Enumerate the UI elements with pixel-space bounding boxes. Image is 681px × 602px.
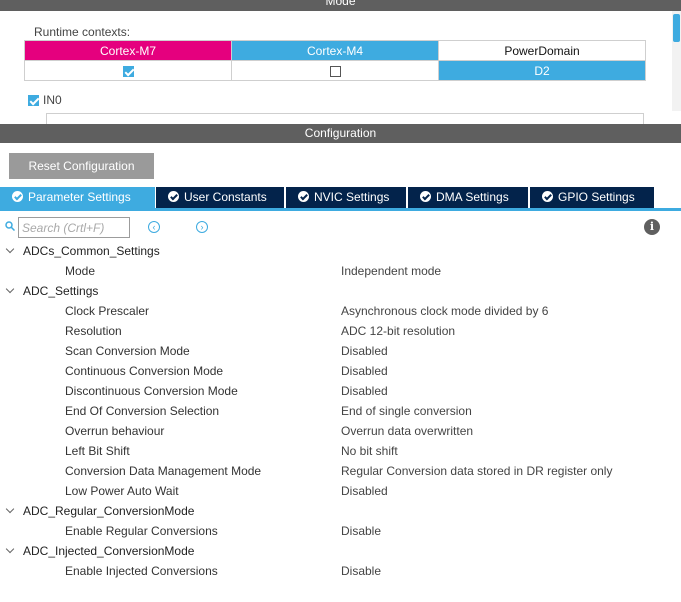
group-name: ADC_Regular_ConversionMode	[23, 504, 195, 518]
tab-label: DMA Settings	[436, 190, 509, 204]
cortex-m7-checkbox[interactable]	[122, 65, 134, 77]
tree-param-row[interactable]: Scan Conversion Mode Disabled	[0, 341, 681, 361]
in0-checkbox[interactable]	[28, 94, 39, 106]
check-circle-icon	[420, 191, 431, 202]
tree-group[interactable]: ADC_Regular_ConversionMode	[0, 501, 681, 521]
cortex-m4-header: Cortex-M4	[231, 40, 439, 61]
param-value[interactable]: Disable	[341, 521, 381, 541]
param-name: End Of Conversion Selection	[65, 404, 220, 418]
search-input[interactable]	[18, 217, 130, 238]
tree-param-row[interactable]: Clock Prescaler Asynchronous clock mode d…	[0, 301, 681, 321]
parameter-tree: ADCs_Common_Settings Mode Independent mod…	[0, 241, 681, 581]
power-domain-value[interactable]: D2	[438, 60, 646, 81]
param-name: Scan Conversion Mode	[65, 344, 190, 358]
cortex-m4-checkbox[interactable]	[329, 65, 341, 77]
param-value[interactable]: Independent mode	[341, 261, 441, 281]
tree-param-row[interactable]: Resolution ADC 12-bit resolution	[0, 321, 681, 341]
chevron-down-icon[interactable]	[5, 284, 15, 294]
tree-param-row[interactable]: Left Bit Shift No bit shift	[0, 441, 681, 461]
in0-label: IN0	[43, 93, 62, 107]
tab-label: User Constants	[184, 190, 267, 204]
param-value[interactable]: Asynchronous clock mode divided by 6	[341, 301, 548, 321]
param-name: Enable Regular Conversions	[65, 524, 218, 538]
mode-scrollbar[interactable]	[672, 11, 681, 111]
tree-group[interactable]: ADCs_Common_Settings	[0, 241, 681, 261]
param-name: Left Bit Shift	[65, 444, 130, 458]
param-name: Low Power Auto Wait	[65, 484, 179, 498]
param-value[interactable]: ADC 12-bit resolution	[341, 321, 455, 341]
group-name: ADC_Injected_ConversionMode	[23, 544, 195, 558]
tree-group[interactable]: ADC_Settings	[0, 281, 681, 301]
info-icon[interactable]: i	[644, 219, 660, 235]
param-name: Resolution	[65, 324, 122, 338]
param-value[interactable]: Disabled	[341, 381, 388, 401]
check-circle-icon	[542, 191, 553, 202]
search-next-button[interactable]: ›	[196, 221, 208, 233]
search-icon	[5, 221, 15, 231]
tab-label: NVIC Settings	[314, 190, 390, 204]
cortex-m7-cell	[24, 60, 232, 81]
mode-section-header: Mode	[0, 0, 681, 11]
tree-param-row[interactable]: Overrun behaviour Overrun data overwritte…	[0, 421, 681, 441]
param-value[interactable]: Disabled	[341, 481, 388, 501]
config-tab-bar: Parameter Settings User Constants NVIC S…	[0, 187, 681, 211]
reset-configuration-button[interactable]: Reset Configuration	[9, 153, 154, 179]
param-name: Overrun behaviour	[65, 424, 165, 438]
tree-param-row[interactable]: Enable Injected Conversions Disable	[0, 561, 681, 581]
check-circle-icon	[298, 191, 309, 202]
tab-gpio-settings[interactable]: GPIO Settings	[530, 187, 654, 208]
runtime-contexts-label: Runtime contexts:	[34, 25, 131, 39]
power-domain-header: PowerDomain	[438, 40, 646, 61]
chevron-down-icon[interactable]	[5, 544, 15, 554]
param-value[interactable]: Regular Conversion data stored in DR reg…	[341, 461, 612, 481]
chevron-down-icon[interactable]	[5, 504, 15, 514]
param-name: Conversion Data Management Mode	[65, 464, 262, 478]
param-value[interactable]: Overrun data overwritten	[341, 421, 473, 441]
chevron-down-icon[interactable]	[5, 244, 15, 254]
tree-param-row[interactable]: Conversion Data Management Mode Regular C…	[0, 461, 681, 481]
in0-option[interactable]: IN0	[28, 93, 62, 107]
configuration-section-header: Configuration	[0, 124, 681, 143]
param-name: Discontinuous Conversion Mode	[65, 384, 238, 398]
tab-label: GPIO Settings	[558, 190, 635, 204]
tab-label: Parameter Settings	[28, 190, 131, 204]
param-name: Continuous Conversion Mode	[65, 364, 224, 378]
param-value[interactable]: Disabled	[341, 341, 388, 361]
tree-param-row[interactable]: Enable Regular Conversions Disable	[0, 521, 681, 541]
tree-param-row[interactable]: Low Power Auto Wait Disabled	[0, 481, 681, 501]
cortex-m4-cell	[231, 60, 439, 81]
tab-nvic-settings[interactable]: NVIC Settings	[286, 187, 406, 208]
check-circle-icon	[168, 191, 179, 202]
tree-param-row[interactable]: End Of Conversion Selection End of single…	[0, 401, 681, 421]
tree-param-row[interactable]: Continuous Conversion Mode Disabled	[0, 361, 681, 381]
search-previous-button[interactable]: ‹	[148, 221, 160, 233]
param-name: Enable Injected Conversions	[65, 564, 218, 578]
group-name: ADCs_Common_Settings	[23, 244, 160, 258]
param-name: Mode	[65, 264, 96, 278]
tree-param-row[interactable]: Mode Independent mode	[0, 261, 681, 281]
param-value[interactable]: Disabled	[341, 361, 388, 381]
search-toolbar: ‹ › i	[0, 215, 681, 239]
tree-param-row[interactable]: Discontinuous Conversion Mode Disabled	[0, 381, 681, 401]
tab-dma-settings[interactable]: DMA Settings	[408, 187, 528, 208]
tree-group[interactable]: ADC_Injected_ConversionMode	[0, 541, 681, 561]
group-name: ADC_Settings	[23, 284, 99, 298]
mode-panel: Runtime contexts: Cortex-M7 Cortex-M4 Po…	[0, 11, 681, 125]
param-name: Clock Prescaler	[65, 304, 150, 318]
mode-scrollbar-thumb[interactable]	[673, 14, 680, 42]
runtime-contexts-table: Cortex-M7 Cortex-M4 PowerDomain D2	[24, 40, 646, 81]
cortex-m7-header: Cortex-M7	[24, 40, 232, 61]
tab-user-constants[interactable]: User Constants	[156, 187, 284, 208]
param-value[interactable]: End of single conversion	[341, 401, 472, 421]
check-circle-icon	[12, 191, 23, 202]
tab-parameter-settings[interactable]: Parameter Settings	[0, 187, 155, 208]
param-value[interactable]: No bit shift	[341, 441, 398, 461]
param-value[interactable]: Disable	[341, 561, 381, 581]
